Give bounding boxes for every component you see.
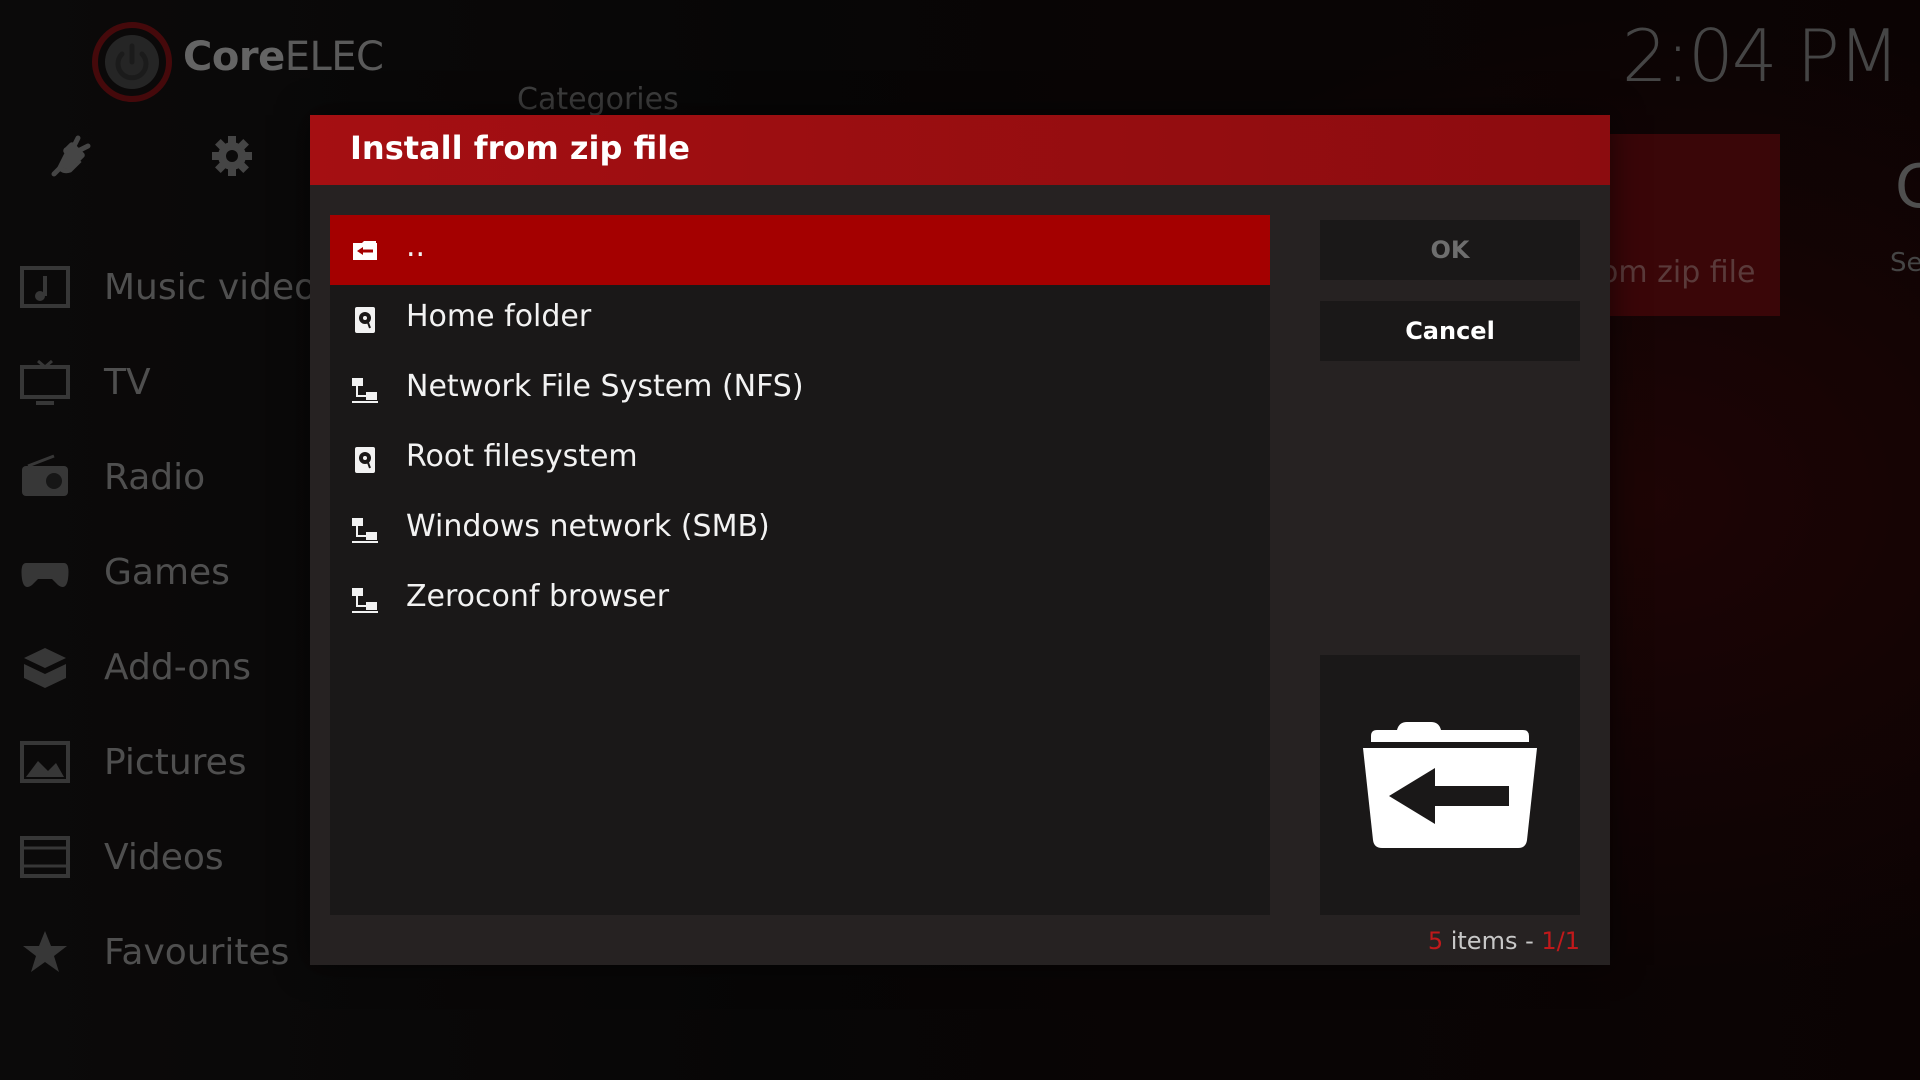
- network-icon: [352, 518, 378, 543]
- dialog-header: Install from zip file: [310, 115, 1610, 185]
- install-zip-dialog: Install from zip file .. Home folder Net…: [310, 115, 1610, 965]
- file-list: .. Home folder Network File System (NFS): [330, 215, 1270, 915]
- hard-drive-icon: [355, 447, 375, 473]
- item-count: 5 items - 1/1: [1427, 927, 1580, 955]
- list-item-parent[interactable]: ..: [330, 215, 1270, 285]
- list-item-label: Windows network (SMB): [406, 509, 770, 544]
- preview-thumbnail: [1320, 655, 1580, 915]
- list-item-label: ..: [406, 229, 426, 264]
- list-item-root-filesystem[interactable]: Root filesystem: [330, 425, 1270, 495]
- list-item-home-folder[interactable]: Home folder: [330, 285, 1270, 355]
- ok-button[interactable]: OK: [1320, 220, 1580, 280]
- list-item-zeroconf[interactable]: Zeroconf browser: [330, 565, 1270, 635]
- network-icon: [352, 588, 378, 613]
- cancel-button[interactable]: Cancel: [1320, 301, 1580, 361]
- list-item-label: Zeroconf browser: [406, 579, 670, 614]
- folder-back-icon: [1363, 722, 1537, 848]
- list-item-nfs[interactable]: Network File System (NFS): [330, 355, 1270, 425]
- list-item-label: Root filesystem: [406, 439, 638, 474]
- list-item-label: Home folder: [406, 299, 592, 334]
- hard-drive-icon: [355, 307, 375, 333]
- dialog-title: Install from zip file: [350, 129, 690, 167]
- list-item-label: Network File System (NFS): [406, 369, 804, 404]
- folder-back-icon: [353, 241, 377, 260]
- network-icon: [352, 378, 378, 403]
- list-item-smb[interactable]: Windows network (SMB): [330, 495, 1270, 565]
